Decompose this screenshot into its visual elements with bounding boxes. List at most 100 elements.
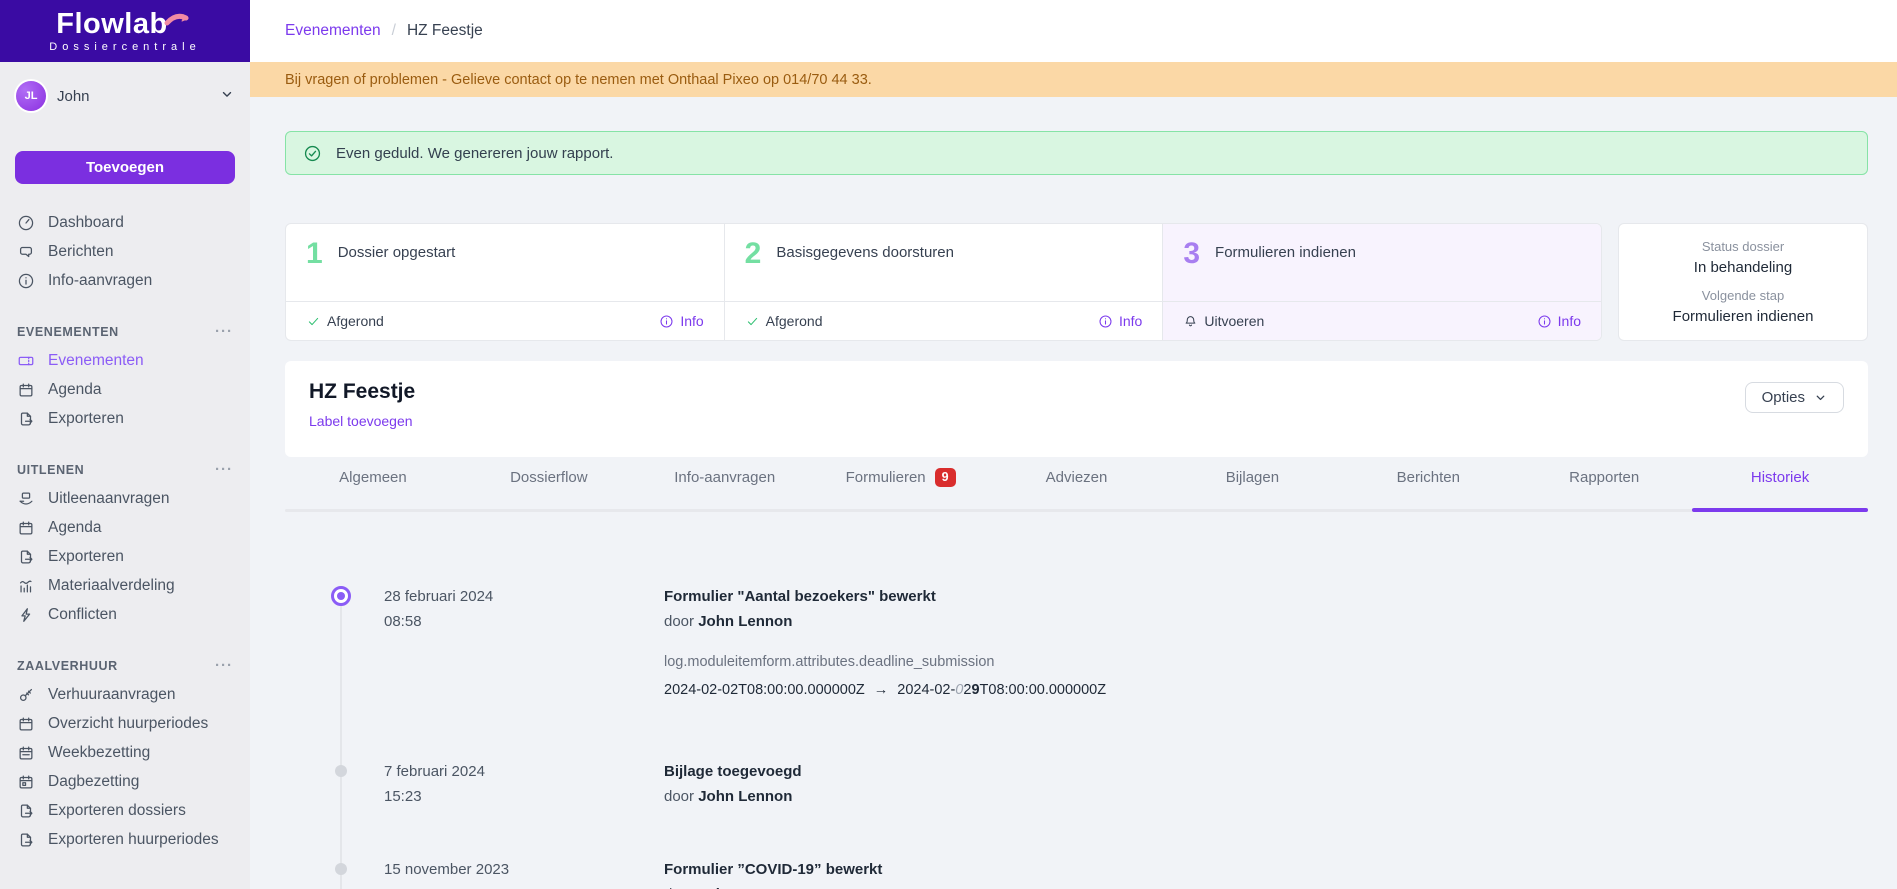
entry-time: 15:23	[384, 784, 664, 809]
author-prefix: door	[664, 788, 694, 805]
timeline-dot	[335, 765, 347, 777]
options-button[interactable]: Opties	[1745, 382, 1844, 413]
step-2-basisgegevens-doorsturen: 2 Basisgegevens doorsturen Afgerond Info	[725, 224, 1164, 340]
tab-dossierflow[interactable]: Dossierflow	[461, 457, 637, 512]
sidebar-item-label: Verhuuraanvragen	[48, 686, 176, 704]
sidebar-item-label: Weekbezetting	[48, 744, 150, 762]
step-info-label: Info	[1119, 313, 1142, 329]
tab-info-aanvragen[interactable]: Info-aanvragen	[637, 457, 813, 512]
info-circle-icon	[1098, 314, 1113, 329]
sidebar-item-uitleenaanvragen[interactable]: Uitleenaanvragen	[0, 484, 250, 513]
alert-text: Even geduld. We genereren jouw rapport.	[336, 145, 613, 162]
sidebar-item-exporteren-uitlenen[interactable]: Exporteren	[0, 542, 250, 571]
step-title: Basisgegevens doorsturen	[776, 239, 954, 261]
sidebar-nav: Dashboard Berichten Info-aanvragen EVENE…	[0, 208, 250, 854]
sidebar: Flowlab Dossiercentrale JL John Toevoege…	[0, 0, 250, 889]
tab-label: Info-aanvragen	[674, 469, 775, 486]
file-export-icon	[17, 548, 35, 566]
step-info-button[interactable]: Info	[659, 313, 703, 329]
entry-detail: log.moduleitemform.attributes.deadline_s…	[664, 648, 1868, 704]
sidebar-item-dashboard[interactable]: Dashboard	[0, 208, 250, 237]
timeline-entry: 15 november 2023 13:20 Formulier ”COVID-…	[285, 857, 1868, 889]
tab-berichten[interactable]: Berichten	[1340, 457, 1516, 512]
add-button[interactable]: Toevoegen	[15, 151, 235, 184]
sidebar-item-materiaalverdeling[interactable]: Materiaalverdeling	[0, 571, 250, 600]
section-more-button[interactable]: ···	[215, 462, 233, 477]
tab-bijlagen[interactable]: Bijlagen	[1164, 457, 1340, 512]
steps-group: 1 Dossier opgestart Afgerond Info	[285, 223, 1602, 341]
step-status-label: Afgerond	[766, 313, 823, 329]
calendar-week-icon	[17, 744, 35, 762]
calendar-icon	[17, 381, 35, 399]
step-status: Afgerond	[745, 313, 823, 329]
info-circle-icon	[17, 272, 35, 290]
breadcrumb-parent-link[interactable]: Evenementen	[285, 22, 381, 40]
step-info-button[interactable]: Info	[1098, 313, 1142, 329]
arrow-right-icon: →	[874, 682, 889, 698]
entry-date: 15 november 2023	[384, 857, 664, 882]
history-timeline: 28 februari 2024 08:58 Formulier "Aantal…	[285, 584, 1868, 844]
key-icon	[17, 686, 35, 704]
avatar: JL	[16, 81, 46, 111]
tab-formulieren[interactable]: Formulieren 9	[813, 457, 989, 512]
workflow-steps: 1 Dossier opgestart Afgerond Info	[285, 223, 1868, 341]
status-label: Status dossier	[1629, 236, 1857, 257]
tab-rapporten[interactable]: Rapporten	[1516, 457, 1692, 512]
sidebar-item-label: Overzicht huurperiodes	[48, 715, 208, 733]
step-status: Uitvoeren	[1183, 313, 1264, 329]
sidebar-item-exporteren-huurperiodes[interactable]: Exporteren huurperiodes	[0, 825, 250, 854]
sidebar-item-agenda-uitlenen[interactable]: Agenda	[0, 513, 250, 542]
info-circle-icon	[1537, 314, 1552, 329]
bolt-icon	[17, 606, 35, 624]
file-export-icon	[17, 410, 35, 428]
tab-label: Berichten	[1397, 469, 1460, 486]
user-menu[interactable]: JL John	[16, 81, 234, 111]
sidebar-item-conflicten[interactable]: Conflicten	[0, 600, 250, 629]
next-step-label: Volgende stap	[1629, 285, 1857, 306]
sidebar-item-label: Dashboard	[48, 214, 124, 232]
chevron-down-icon	[220, 87, 234, 106]
section-more-button[interactable]: ···	[215, 324, 233, 339]
calendar-icon	[17, 519, 35, 537]
sidebar-item-label: Materiaalverdeling	[48, 577, 175, 595]
sidebar-item-exporteren-evenementen[interactable]: Exporteren	[0, 404, 250, 433]
chart-icon	[17, 577, 35, 595]
sidebar-item-label: Uitleenaanvragen	[48, 490, 170, 508]
tab-label: Historiek	[1751, 469, 1809, 486]
step-info-button[interactable]: Info	[1537, 313, 1581, 329]
breadcrumb-current: HZ Feestje	[407, 22, 483, 40]
sidebar-item-evenementen[interactable]: Evenementen	[0, 346, 250, 375]
calendar-day-icon	[17, 773, 35, 791]
tab-algemeen[interactable]: Algemeen	[285, 457, 461, 512]
tab-historiek[interactable]: Historiek	[1692, 457, 1868, 512]
sidebar-item-berichten[interactable]: Berichten	[0, 237, 250, 266]
sidebar-item-label: Conflicten	[48, 606, 117, 624]
timeline-entry: 7 februari 2024 15:23 Bijlage toegevoegd…	[285, 759, 1868, 809]
options-button-label: Opties	[1762, 389, 1805, 406]
section-title: ZAALVERHUUR	[17, 659, 118, 673]
step-number: 2	[745, 239, 762, 269]
tab-adviezen[interactable]: Adviezen	[989, 457, 1165, 512]
sidebar-section-zaalverhuur: ZAALVERHUUR ···	[0, 651, 250, 680]
step-3-formulieren-indienen: 3 Formulieren indienen Uitvoeren Info	[1163, 224, 1601, 340]
brand-arrow-icon	[164, 10, 194, 33]
sidebar-item-weekbezetting[interactable]: Weekbezetting	[0, 738, 250, 767]
step-number: 3	[1183, 239, 1200, 269]
calendar-icon	[17, 715, 35, 733]
step-1-dossier-opgestart: 1 Dossier opgestart Afgerond Info	[286, 224, 725, 340]
tab-label: Dossierflow	[510, 469, 588, 486]
topbar: Evenementen / HZ Feestje	[250, 0, 1897, 62]
sidebar-item-overzicht-huurperiodes[interactable]: Overzicht huurperiodes	[0, 709, 250, 738]
add-label-link[interactable]: Label toevoegen	[309, 413, 413, 429]
sidebar-item-info-aanvragen[interactable]: Info-aanvragen	[0, 266, 250, 295]
check-icon	[745, 314, 760, 329]
section-more-button[interactable]: ···	[215, 658, 233, 673]
sidebar-item-label: Evenementen	[48, 352, 144, 370]
sidebar-item-agenda-evenementen[interactable]: Agenda	[0, 375, 250, 404]
sidebar-item-dagbezetting[interactable]: Dagbezetting	[0, 767, 250, 796]
file-export-icon	[17, 831, 35, 849]
timeline-marker	[285, 584, 384, 704]
sidebar-item-verhuuraanvragen[interactable]: Verhuuraanvragen	[0, 680, 250, 709]
sidebar-item-exporteren-dossiers[interactable]: Exporteren dossiers	[0, 796, 250, 825]
entry-time: 13:20	[384, 882, 664, 889]
